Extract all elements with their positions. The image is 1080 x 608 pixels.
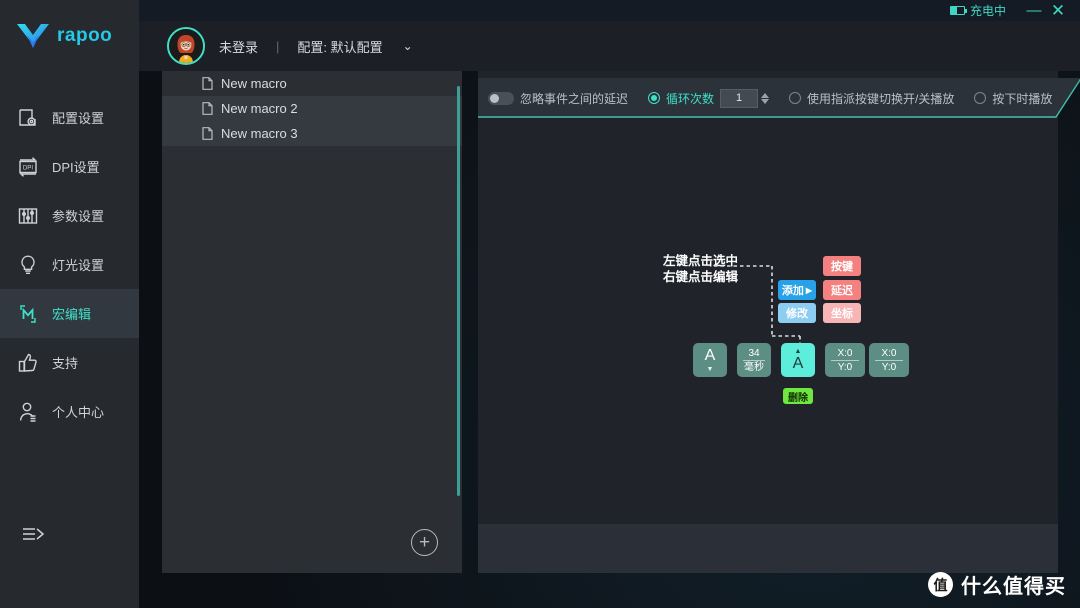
list-item[interactable]: New macro 3 [162, 121, 462, 146]
watermark-text: 什么值得买 [961, 576, 1066, 598]
sidebar: rapoo 配置设置 DPI DPI设置 参数设置 灯光设置 宏编辑 支持 个人… [0, 0, 139, 608]
list-item[interactable]: New macro [162, 71, 462, 96]
key-down-caret-icon: ▼ [706, 365, 714, 373]
diagram-connectors [714, 265, 805, 353]
profile-selector-label[interactable]: 配置: 默认配置 [297, 37, 382, 56]
context-modify-button[interactable]: 修改 [778, 303, 816, 323]
macro-block-delay[interactable]: 34 毫秒 [737, 343, 771, 377]
coord-y: Y:0 [837, 361, 853, 373]
sidebar-item-label: DPI设置 [52, 160, 100, 175]
macro-list-scrollbar[interactable] [457, 86, 460, 496]
context-delay-button[interactable]: 延迟 [823, 280, 861, 300]
charging-label: 充电中 [969, 4, 1006, 18]
document-icon [202, 127, 213, 140]
brand-name: rapoo [57, 25, 113, 46]
userbar-separator: | [276, 38, 280, 54]
user-profile-icon [17, 401, 39, 423]
delay-value: 34 [748, 347, 760, 359]
charging-status: 充电中 [949, 2, 1006, 19]
coord-x: X:0 [881, 347, 897, 359]
svg-text:DPI: DPI [23, 164, 34, 171]
add-macro-button[interactable]: + [411, 529, 438, 556]
lightbulb-icon [17, 254, 39, 276]
sidebar-item-label: 灯光设置 [52, 258, 105, 273]
sidebar-item-params[interactable]: 参数设置 [0, 191, 139, 240]
app-window: 充电中 — ✕ rapoo 配置设置 DPI DPI设置 参数设置 灯光设置 宏… [0, 0, 1080, 608]
document-icon [202, 77, 213, 90]
context-add-button[interactable]: 添加 ▶ [778, 280, 816, 300]
user-avatar[interactable] [167, 27, 205, 65]
brand-logo: rapoo [0, 0, 139, 49]
context-key-button[interactable]: 按键 [823, 256, 861, 276]
close-button[interactable]: ✕ [1046, 2, 1070, 19]
macro-block-key-up-selected[interactable]: ▲ A [781, 343, 815, 377]
collapse-menu-icon[interactable] [22, 526, 45, 548]
sidebar-nav: 配置设置 DPI DPI设置 参数设置 灯光设置 宏编辑 支持 个人中心 [0, 93, 139, 436]
block-key-char: A [792, 355, 804, 372]
sidebar-item-dpi[interactable]: DPI DPI设置 [0, 142, 139, 191]
sliders-icon [17, 205, 39, 227]
macro-sequence-diagram: 左键点击选中 右键点击编辑 添加 ▶ 修改 按键 延迟 坐标 A ▼ 34 毫秒… [478, 71, 1058, 573]
chevron-down-icon[interactable]: ⌄ [403, 39, 413, 53]
macro-name: New macro 2 [221, 101, 298, 116]
thumbs-up-icon [17, 352, 39, 374]
sidebar-item-config[interactable]: 配置设置 [0, 93, 139, 142]
context-coord-button[interactable]: 坐标 [823, 303, 861, 323]
sidebar-item-label: 个人中心 [52, 405, 105, 420]
list-item[interactable]: New macro 2 [162, 96, 462, 121]
macro-name: New macro [221, 76, 287, 91]
coord-x: X:0 [837, 347, 853, 359]
sidebar-item-label: 宏编辑 [52, 307, 92, 322]
delay-unit: 毫秒 [744, 361, 764, 373]
sidebar-item-light[interactable]: 灯光设置 [0, 240, 139, 289]
sidebar-item-label: 支持 [52, 356, 79, 371]
macro-list-panel: New macro New macro 2 New macro 3 + [162, 71, 462, 573]
editor-bottom-bar [478, 524, 1058, 573]
coord-y: Y:0 [881, 361, 897, 373]
block-key-char: A [704, 346, 716, 364]
chevron-right-icon: ▶ [805, 285, 813, 295]
rapoo-v-logo [17, 24, 49, 48]
battery-charging-icon [949, 6, 967, 15]
sidebar-item-label: 参数设置 [52, 209, 105, 224]
login-status[interactable]: 未登录 [219, 37, 258, 56]
key-up-caret-icon: ▲ [794, 348, 802, 355]
sidebar-item-support[interactable]: 支持 [0, 338, 139, 387]
sidebar-item-macro[interactable]: 宏编辑 [0, 289, 139, 338]
dpi-icon: DPI [17, 156, 39, 178]
macro-block-coord-2[interactable]: X:0 Y:0 [869, 343, 909, 377]
minimize-button[interactable]: — [1022, 3, 1046, 18]
watermark: 值 什么值得买 [928, 570, 1066, 599]
user-bar: 未登录 | 配置: 默认配置 ⌄ [139, 21, 1080, 71]
title-bar: 充电中 — ✕ [0, 0, 1080, 21]
document-icon [202, 102, 213, 115]
macro-m-icon [17, 303, 39, 325]
config-gear-icon [17, 107, 39, 129]
macro-name: New macro 3 [221, 126, 298, 141]
watermark-badge: 值 [928, 572, 953, 597]
delete-block-button[interactable]: 删除 [783, 388, 813, 404]
context-add-label: 添加 [781, 285, 804, 297]
macro-block-key-down[interactable]: A ▼ [693, 343, 727, 377]
sidebar-item-account[interactable]: 个人中心 [0, 387, 139, 436]
macro-block-coord-1[interactable]: X:0 Y:0 [825, 343, 865, 377]
sidebar-item-label: 配置设置 [52, 111, 105, 126]
